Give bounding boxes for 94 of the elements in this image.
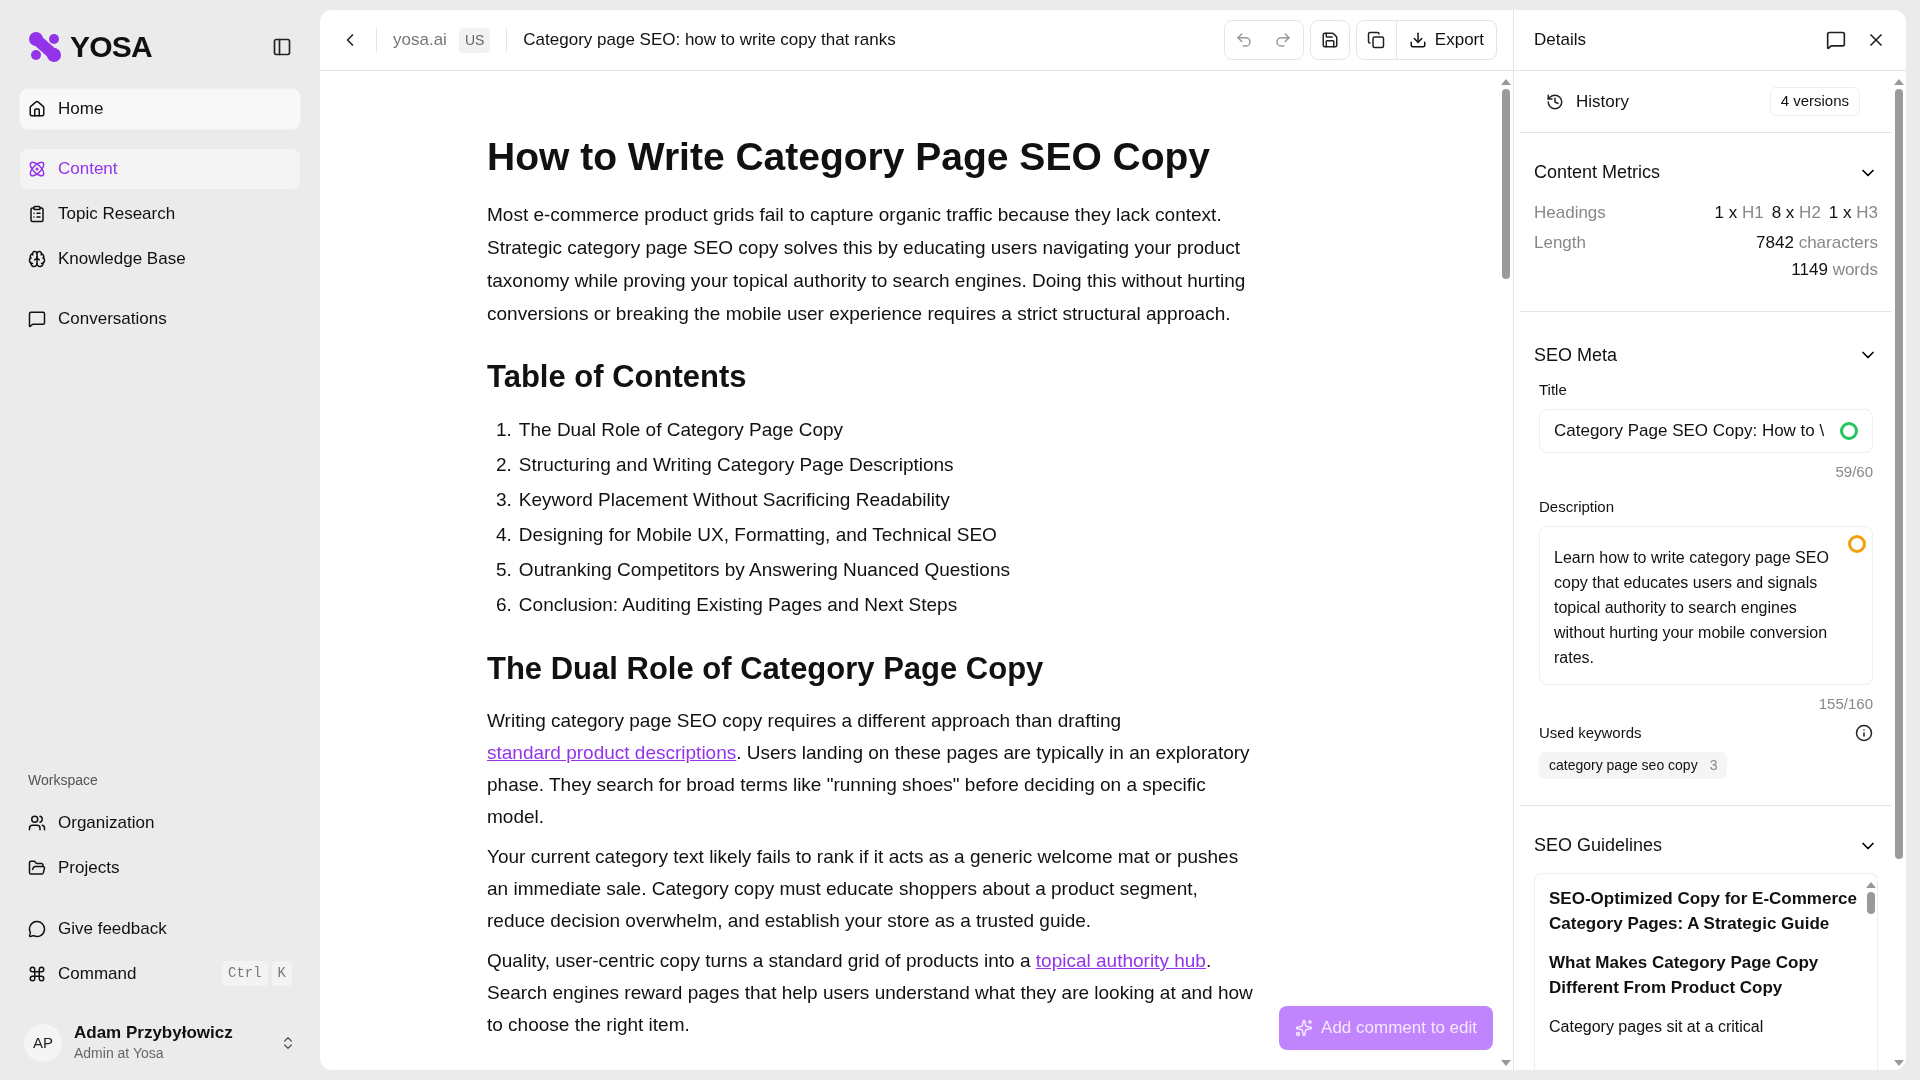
list-number: 2. bbox=[496, 453, 512, 478]
keyboard-key: Ctrl bbox=[222, 961, 268, 987]
guideline-text: Category pages sit at a critical bbox=[1549, 1017, 1765, 1037]
save-icon bbox=[1320, 31, 1339, 49]
logo-icon bbox=[28, 30, 62, 63]
copy-icon bbox=[1367, 31, 1386, 49]
metric-label: Headings bbox=[1534, 202, 1607, 224]
paragraph: Most e-commerce product grids fail to capture organic traffic because they lack context. Strategic category page SEO copy solves this by educating users navigating your product taxonomy while proving your topical authority to search engines. Doing this without hurting conversions or breaking the mobile user experience requires a strict structural approach. bbox=[487, 202, 1247, 326]
inline-link[interactable]: topical authority hub bbox=[1035, 949, 1206, 971]
scroll-down-icon[interactable] bbox=[1501, 1060, 1511, 1066]
nav-item[interactable]: Conversations bbox=[20, 299, 300, 339]
nav-item[interactable]: Content bbox=[20, 149, 300, 189]
nav-item[interactable]: Topic Research bbox=[20, 194, 300, 234]
user-avatar: AP bbox=[24, 1023, 62, 1062]
field-label: Title bbox=[1539, 379, 1568, 400]
list-item: Outranking Competitors by Answering Nuanced Questions bbox=[518, 558, 1010, 583]
nav-item[interactable]: Command bbox=[58, 961, 210, 987]
list-number: 1. bbox=[496, 418, 512, 443]
scroll-down-icon[interactable] bbox=[1894, 1060, 1904, 1066]
logo-text: YOSA bbox=[70, 29, 153, 65]
nav-item[interactable]: Knowledge Base bbox=[20, 239, 300, 279]
clipboard-icon bbox=[28, 205, 46, 223]
title-field[interactable]: Category Page SEO Copy: How to \ bbox=[1539, 409, 1873, 453]
section-label: Workspace bbox=[27, 770, 99, 790]
scroll-up-icon[interactable] bbox=[1501, 79, 1511, 85]
sparkle-icon bbox=[1295, 1019, 1314, 1037]
nav-item[interactable]: Organization bbox=[20, 802, 300, 843]
site-label: yosa.ai bbox=[393, 29, 447, 52]
heading-count: 8 x H2 bbox=[1771, 202, 1821, 224]
save-button[interactable] bbox=[1309, 20, 1350, 60]
metric-label: Length bbox=[1534, 231, 1587, 254]
field-label: Description bbox=[1539, 496, 1616, 517]
user-role: Admin at Yosa bbox=[74, 1044, 165, 1063]
heading-count: 1 x H3 bbox=[1828, 202, 1878, 224]
list-number: 6. bbox=[496, 593, 512, 618]
sidebar-toggle-icon[interactable] bbox=[272, 36, 292, 57]
home-icon bbox=[28, 100, 46, 118]
list-item: The Dual Role of Category Page Copy bbox=[518, 418, 844, 443]
scroll-up-icon[interactable] bbox=[1894, 79, 1904, 85]
info-icon[interactable] bbox=[1855, 723, 1873, 742]
list-item: Keyword Placement Without Sacrificing Readability bbox=[518, 488, 950, 513]
list-number: 3. bbox=[496, 488, 512, 513]
paragraph: Quality, user-centric copy turns a standard grid of products into a topical authority hub. Search engines reward pages that help users understand what they are looking at and how to choose the right item. bbox=[487, 948, 1254, 1037]
article-heading: How to Write Category Page SEO Copy bbox=[487, 134, 1212, 180]
section-heading: The Dual Role of Category Page Copy bbox=[487, 650, 1045, 689]
description-field[interactable]: Learn how to write category page SEO copy that educates users and signals topical authority to search engines without hurting your mobile conversion rates. bbox=[1539, 526, 1873, 685]
heading-count: 1 x H1 bbox=[1714, 202, 1764, 224]
users-icon bbox=[28, 813, 46, 832]
length-value: 7842 characters bbox=[1756, 231, 1878, 254]
undo-icon bbox=[1235, 31, 1254, 49]
brain-icon bbox=[28, 250, 46, 268]
scrollbar-thumb[interactable] bbox=[1867, 892, 1875, 914]
inline-link[interactable]: standard product descriptions bbox=[487, 741, 737, 763]
speech-bubble-icon bbox=[28, 919, 46, 938]
history-icon bbox=[1546, 92, 1564, 111]
versions-badge: 4 versions bbox=[1769, 87, 1860, 116]
guideline-heading: What Makes Category Page Copy Different From Product Copy bbox=[1549, 952, 1820, 999]
user-name: Adam Przybyłowicz bbox=[74, 1021, 234, 1043]
list-item: Structuring and Writing Category Page Descriptions bbox=[518, 453, 954, 478]
scrollbar-thumb[interactable] bbox=[1895, 89, 1903, 859]
keyboard-key: K bbox=[271, 961, 292, 987]
keyword-text: category page seo copy bbox=[1549, 756, 1698, 775]
character-counter: 59/60 bbox=[1834, 462, 1873, 482]
list-item: Conclusion: Auditing Existing Pages and Next Steps bbox=[518, 593, 958, 618]
scrollbar-thumb[interactable] bbox=[1502, 89, 1510, 279]
list-number: 5. bbox=[496, 558, 512, 583]
redo-icon bbox=[1274, 31, 1293, 49]
command-icon bbox=[28, 964, 46, 983]
section-title: SEO Guidelines bbox=[1534, 834, 1664, 857]
field-label: Used keywords bbox=[1539, 722, 1643, 743]
section-title: SEO Meta bbox=[1534, 343, 1619, 367]
document-title: Category page SEO: how to write copy that ranks bbox=[523, 29, 896, 52]
list-number: 4. bbox=[496, 523, 512, 548]
locale-badge: US bbox=[458, 27, 491, 53]
nav-item[interactable]: Give feedback bbox=[20, 908, 300, 949]
guideline-heading: SEO-Optimized Copy for E-Commerce Category Pages: A Strategic Guide bbox=[1549, 888, 1857, 935]
length-value: 1149 words bbox=[1791, 259, 1878, 281]
list-item: Designing for Mobile UX, Formatting, and Technical SEO bbox=[518, 523, 997, 548]
paragraph: Writing category page SEO copy requires a different approach than drafting standard product descriptions. Users landing on these pages are typically in an exploratory phase. They search for broad terms like "running shoes" before deciding on a specific model. bbox=[487, 708, 1251, 829]
section-title: Content Metrics bbox=[1534, 161, 1662, 184]
keyword-count: 3 bbox=[1709, 756, 1718, 775]
atom-icon bbox=[28, 160, 46, 178]
comment-icon[interactable] bbox=[1826, 30, 1846, 50]
paragraph: Your current category text likely fails to rank if it acts as a generic welcome mat or pushes an immediate sale. Category copy must educate shoppers about a product segment, reduce decision overwhelm, and establish your store as a trusted guide. bbox=[487, 844, 1240, 933]
chat-icon bbox=[28, 310, 46, 328]
download-icon bbox=[1408, 31, 1427, 49]
history-link[interactable]: History bbox=[1576, 88, 1770, 115]
character-counter: 155/160 bbox=[1817, 694, 1873, 714]
nav-item[interactable]: Home bbox=[20, 89, 300, 129]
section-heading: Table of Contents bbox=[487, 357, 748, 396]
nav-item[interactable]: Projects bbox=[20, 847, 300, 888]
folder-icon bbox=[28, 858, 46, 877]
scroll-up-icon[interactable] bbox=[1866, 882, 1876, 888]
panel-title: Details bbox=[1534, 29, 1587, 52]
